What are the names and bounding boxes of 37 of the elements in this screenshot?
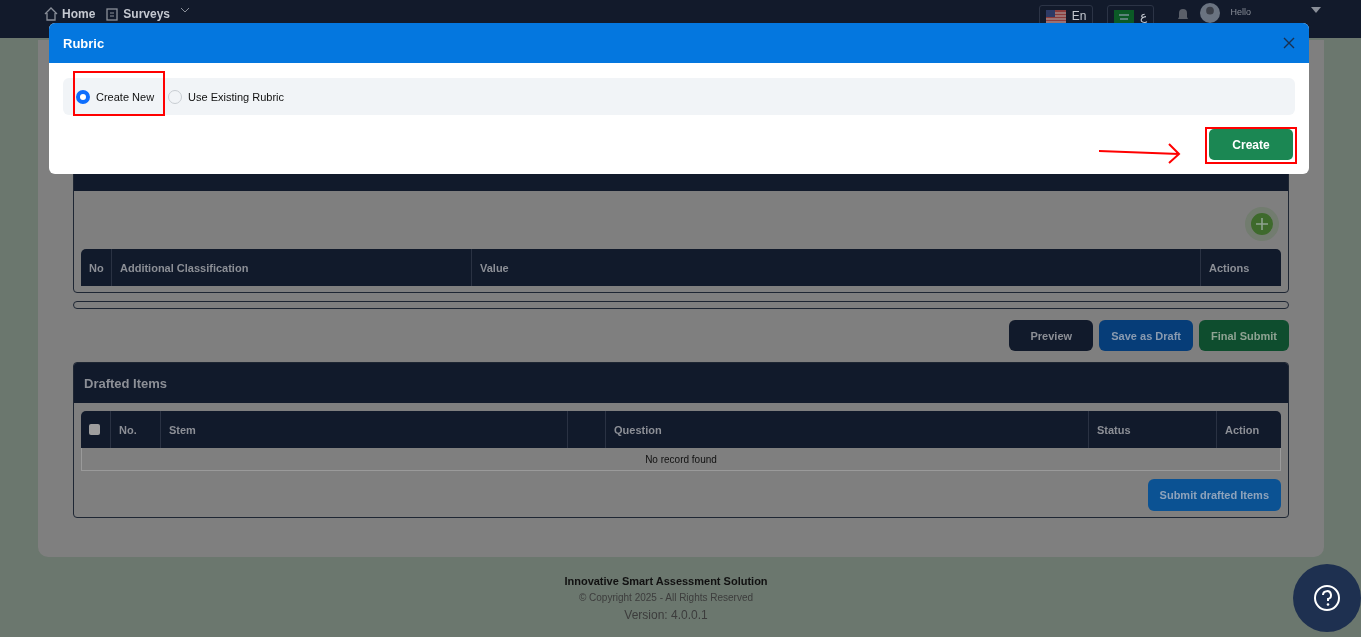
- flag-icon: [1114, 9, 1135, 23]
- home-icon: [44, 7, 58, 21]
- action-button[interactable]: Final Submit: [1199, 320, 1289, 351]
- radio-icon[interactable]: [76, 89, 90, 104]
- chevron-icon: [180, 7, 191, 13]
- column-header: Action: [1216, 411, 1281, 448]
- close-button[interactable]: [1283, 37, 1295, 49]
- create-button[interactable]: Create: [1209, 129, 1293, 160]
- greeting: Hello: [1230, 7, 1251, 17]
- column-header: Status: [1088, 411, 1216, 448]
- action-button[interactable]: Save as Draft: [1099, 320, 1193, 351]
- radio-option[interactable]: Create New: [76, 89, 155, 104]
- version: Version: 4.0.0.1: [624, 608, 708, 622]
- column-header: Additional Classification: [111, 249, 471, 286]
- column-header: Stem: [160, 411, 567, 448]
- avatar-icon: [1200, 3, 1221, 23]
- nav-link[interactable]: Surveys: [105, 7, 171, 21]
- add-button[interactable]: [1245, 207, 1279, 241]
- flag-icon: [1045, 9, 1066, 23]
- radio-option[interactable]: Use Existing Rubric: [168, 89, 285, 104]
- column-header: No: [88, 260, 105, 276]
- plus-icon: [1255, 217, 1269, 231]
- footer-title: Innovative Smart Assessment Solution: [564, 575, 768, 587]
- panel-title: Drafted Items: [74, 363, 1288, 403]
- column-header: Value: [471, 249, 1200, 286]
- column-header: Question: [605, 411, 1088, 448]
- empty-message: No record found: [81, 448, 1281, 471]
- nav-link[interactable]: Home: [44, 7, 96, 21]
- bell-icon: [1176, 7, 1191, 21]
- column-header: Actions: [1200, 249, 1281, 286]
- dialog-title: Rubric: [63, 35, 105, 51]
- question-icon: [1313, 584, 1341, 612]
- clipboard-icon: [105, 7, 120, 21]
- column-header: No.: [110, 411, 160, 448]
- checkbox[interactable]: [89, 424, 100, 435]
- action-button[interactable]: Preview: [1009, 320, 1094, 351]
- caret-icon: [1311, 7, 1321, 13]
